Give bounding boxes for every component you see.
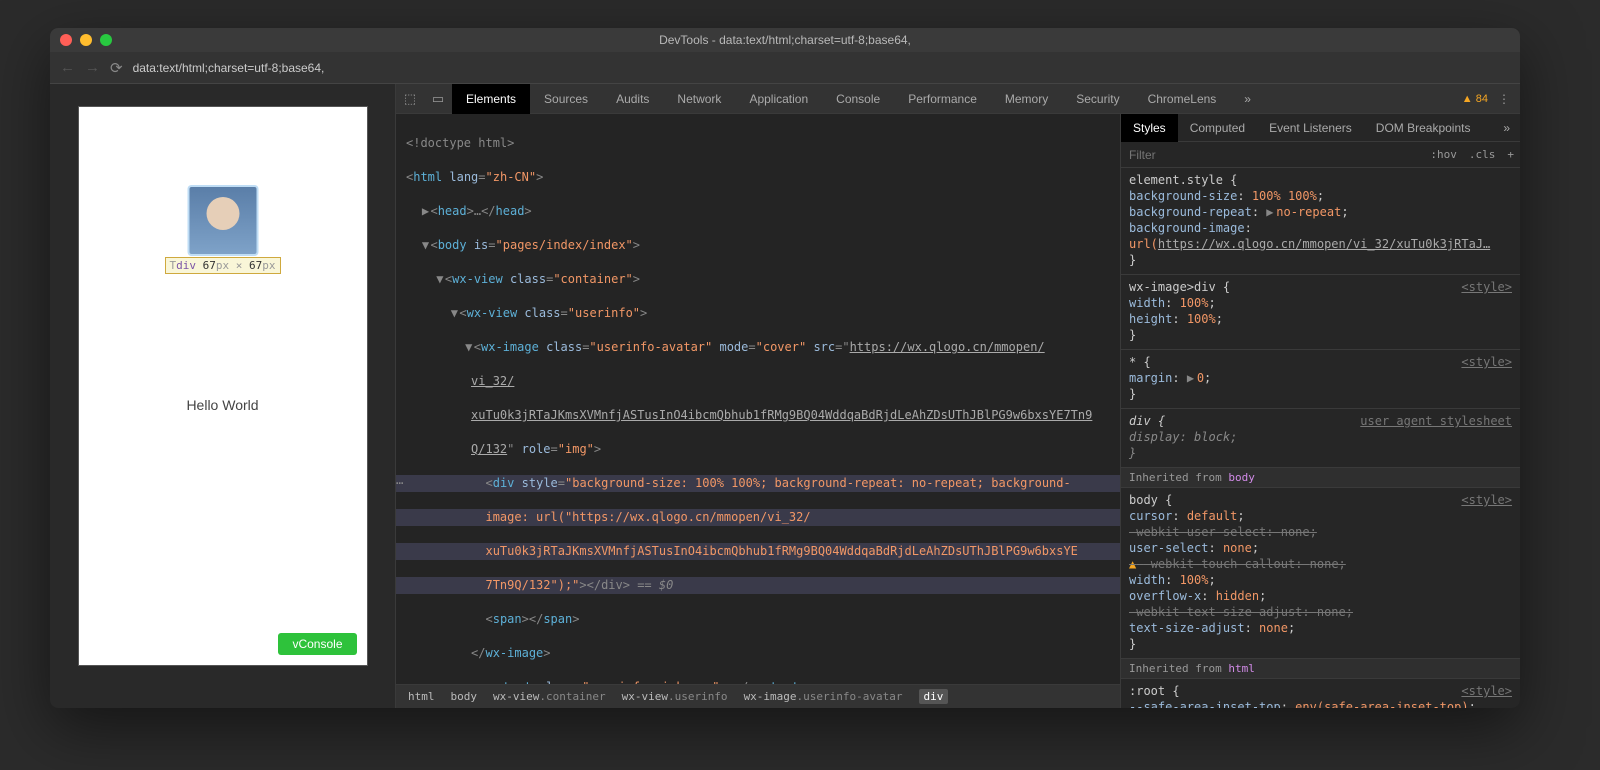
styles-tabs-more[interactable]: »: [1493, 121, 1520, 135]
warning-badge[interactable]: ▲ 84: [1462, 93, 1488, 105]
hello-text: Hello World: [79, 397, 367, 413]
styles-filter-bar: :hov .cls +: [1121, 142, 1520, 168]
crumb-html[interactable]: html: [408, 690, 435, 703]
forward-icon[interactable]: →: [85, 59, 100, 76]
stab-listeners[interactable]: Event Listeners: [1257, 114, 1364, 142]
tab-security[interactable]: Security: [1062, 84, 1133, 114]
hov-toggle[interactable]: :hov: [1424, 148, 1463, 161]
reload-icon[interactable]: ⟳: [110, 59, 123, 77]
styles-pane: Styles Computed Event Listeners DOM Brea…: [1120, 114, 1520, 708]
crumb-body[interactable]: body: [451, 690, 478, 703]
rule-div-ua[interactable]: user agent stylesheetdiv { display: bloc…: [1121, 409, 1520, 468]
navbar: ← → ⟳ data:text/html;charset=utf-8;base6…: [50, 52, 1520, 84]
tab-chromelens[interactable]: ChromeLens: [1134, 84, 1231, 114]
elements-tree[interactable]: <!doctype html> <html lang="zh-CN"> ▶<he…: [396, 114, 1120, 684]
tab-sources[interactable]: Sources: [530, 84, 602, 114]
rule-root[interactable]: <style>:root { --safe-area-inset-top: en…: [1121, 679, 1520, 708]
tab-application[interactable]: Application: [735, 84, 822, 114]
cls-toggle[interactable]: .cls: [1463, 148, 1502, 161]
preview-pane: Tdiv 67px × 67px Hello World vConsole: [50, 84, 395, 708]
element-size-badge: Tdiv 67px × 67px: [165, 257, 281, 274]
tab-audits[interactable]: Audits: [602, 84, 663, 114]
add-rule-button[interactable]: +: [1501, 148, 1520, 161]
device-frame: Tdiv 67px × 67px Hello World vConsole: [78, 106, 368, 666]
devtools-tabs: ⬚ ▭ Elements Sources Audits Network Appl…: [396, 84, 1520, 114]
expand-icon[interactable]: ▶: [420, 203, 430, 220]
titlebar: DevTools - data:text/html;charset=utf-8;…: [50, 28, 1520, 52]
address-text: data:text/html;charset=utf-8;base64,: [133, 61, 325, 75]
stab-computed[interactable]: Computed: [1178, 114, 1257, 142]
device-toggle-icon[interactable]: ▭: [424, 91, 452, 107]
rule-element-style[interactable]: element.style { background-size: 100% 10…: [1121, 168, 1520, 275]
inherited-html-header: Inherited from html: [1121, 659, 1520, 679]
crumb-avatar[interactable]: wx-image.userinfo-avatar: [744, 690, 903, 703]
back-icon[interactable]: ←: [60, 59, 75, 76]
window-title: DevTools - data:text/html;charset=utf-8;…: [50, 33, 1520, 47]
devtools-body: <!doctype html> <html lang="zh-CN"> ▶<he…: [396, 114, 1520, 708]
stab-breakpoints[interactable]: DOM Breakpoints: [1364, 114, 1483, 142]
inherited-body-header: Inherited from body: [1121, 468, 1520, 488]
avatar-image[interactable]: [189, 187, 256, 254]
tab-network[interactable]: Network: [663, 84, 735, 114]
tab-elements[interactable]: Elements: [452, 84, 530, 114]
tabs-more[interactable]: »: [1230, 84, 1265, 114]
rule-body[interactable]: <style>body { cursor: default; -webkit-u…: [1121, 488, 1520, 659]
devtools-pane: ⬚ ▭ Elements Sources Audits Network Appl…: [395, 84, 1520, 708]
main: Tdiv 67px × 67px Hello World vConsole ⬚ …: [50, 84, 1520, 708]
inspect-icon[interactable]: ⬚: [396, 91, 424, 107]
rule-wx-image-div[interactable]: <style>wx-image>div { width: 100%; heigh…: [1121, 275, 1520, 350]
crumb-userinfo[interactable]: wx-view.userinfo: [622, 690, 728, 703]
vconsole-button[interactable]: vConsole: [278, 633, 356, 655]
stab-styles[interactable]: Styles: [1121, 114, 1178, 142]
crumb-container[interactable]: wx-view.container: [493, 690, 606, 703]
tab-console[interactable]: Console: [822, 84, 894, 114]
tab-performance[interactable]: Performance: [894, 84, 991, 114]
crumb-div[interactable]: div: [919, 689, 949, 704]
devtools-window: DevTools - data:text/html;charset=utf-8;…: [50, 28, 1520, 708]
breadcrumb: html body wx-view.container wx-view.user…: [396, 684, 1120, 708]
styles-tabs: Styles Computed Event Listeners DOM Brea…: [1121, 114, 1520, 142]
styles-filter-input[interactable]: [1121, 148, 1424, 162]
tab-memory[interactable]: Memory: [991, 84, 1062, 114]
kebab-menu-icon[interactable]: ⋮: [1498, 92, 1510, 106]
style-rules[interactable]: element.style { background-size: 100% 10…: [1121, 168, 1520, 708]
rule-star[interactable]: <style>* { margin: ▶0; }: [1121, 350, 1520, 409]
collapse-icon[interactable]: ▼: [420, 237, 430, 254]
dots-icon[interactable]: ⋯: [396, 475, 403, 492]
